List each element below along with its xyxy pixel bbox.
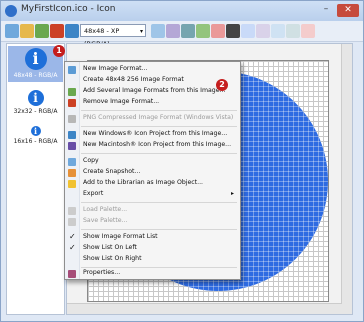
menu-item-label: Load Palette...	[83, 206, 128, 213]
remove-format-icon	[68, 99, 76, 107]
view-mode-icon[interactable]	[256, 24, 270, 38]
window-title: MyFirstIcon.ico - Icon	[21, 4, 116, 14]
refresh-icon[interactable]	[301, 24, 315, 38]
callout-badge-1: 1	[53, 45, 65, 57]
menu-item-show-list-left[interactable]: ✓ Show List On Left	[65, 243, 240, 254]
menu-item-label: New Macintosh® Icon Project from this Im…	[83, 141, 232, 148]
menu-separator	[81, 110, 237, 111]
properties-icon	[68, 270, 76, 278]
menu-item-export[interactable]: Export ▸	[65, 189, 240, 200]
format-dropdown[interactable]: 48x48 - XP (RGB/A) ▾	[80, 24, 146, 48]
view-options-icon[interactable]	[271, 24, 285, 38]
menu-item-label: Copy	[83, 157, 99, 164]
app-icon	[5, 5, 17, 17]
menu-item-save-palette: Save Palette...	[65, 216, 240, 227]
copy-icon	[68, 158, 76, 166]
toolbar: 48x48 - XP (RGB/A) ▾	[1, 21, 363, 48]
view-grid-icon[interactable]	[241, 24, 255, 38]
add-formats-icon	[68, 88, 76, 96]
title-bar: MyFirstIcon.ico - Icon – ✕	[1, 1, 363, 21]
vertical-scrollbar[interactable]	[341, 44, 352, 314]
menu-separator	[81, 229, 237, 230]
mac-project-icon	[68, 142, 76, 150]
format-label: 48x48 - RGB/A	[13, 72, 58, 79]
submenu-arrow-icon: ▸	[230, 190, 234, 197]
add-formats-icon[interactable]	[35, 24, 49, 38]
palette-icon[interactable]	[166, 24, 180, 38]
menu-item-label: Create Snapshot...	[83, 168, 141, 175]
horizontal-scrollbar[interactable]	[67, 303, 342, 314]
menu-item-remove-format[interactable]: Remove Image Format...	[65, 97, 240, 108]
callout-badge-2: 2	[216, 79, 228, 91]
menu-separator	[81, 153, 237, 154]
windows-project-icon	[68, 131, 76, 139]
librarian-icon	[68, 180, 76, 188]
menu-item-new-mac-project[interactable]: New Macintosh® Icon Project from this Im…	[65, 140, 240, 151]
format-label: 16x16 - RGB/A	[13, 138, 58, 145]
grid-icon[interactable]	[151, 24, 165, 38]
menu-item-load-palette: Load Palette...	[65, 205, 240, 216]
menu-item-png-compressed: PNG Compressed Image Format (Windows Vis…	[65, 113, 240, 124]
load-palette-icon	[68, 207, 76, 215]
menu-item-copy[interactable]: Copy	[65, 156, 240, 167]
remove-format-icon[interactable]	[50, 24, 64, 38]
menu-item-create-snapshot[interactable]: Create Snapshot...	[65, 167, 240, 178]
info-icon: i	[30, 126, 41, 136]
menu-item-label: Show List On Right	[83, 255, 142, 262]
menu-item-label: Add to the Librarian as Image Object...	[83, 179, 203, 186]
no-entry-icon[interactable]	[226, 24, 240, 38]
save-palette-icon	[68, 218, 76, 226]
menu-separator	[81, 202, 237, 203]
menu-item-label: Properties...	[83, 269, 121, 276]
close-button[interactable]: ✕	[337, 4, 359, 17]
menu-item-label: PNG Compressed Image Format (Windows Vis…	[83, 114, 234, 121]
select-icon[interactable]	[196, 24, 210, 38]
image-format-list: i 48x48 - RGB/A i 32x32 - RGB/A i 16x16 …	[6, 43, 65, 315]
info-icon: i	[27, 90, 44, 106]
format-item-32[interactable]: i 32x32 - RGB/A	[8, 88, 63, 118]
new-format-icon[interactable]	[5, 24, 19, 38]
chevron-down-icon: ▾	[139, 28, 143, 35]
menu-item-label: Show List On Left	[83, 244, 137, 251]
menu-item-show-list-right[interactable]: Show List On Right	[65, 254, 240, 265]
menu-item-label: New Image Format...	[83, 65, 148, 72]
menu-item-add-to-librarian[interactable]: Add to the Librarian as Image Object...	[65, 178, 240, 189]
menu-separator	[81, 126, 237, 127]
format-label: 32x32 - RGB/A	[13, 108, 58, 115]
minimize-button[interactable]: –	[319, 4, 333, 16]
menu-item-add-several-formats[interactable]: Add Several Image Formats from this Imag…	[65, 86, 240, 97]
png-icon	[68, 115, 76, 123]
menu-item-label: Add Several Image Formats from this Imag…	[83, 87, 226, 94]
menu-item-label: Create 48x48 256 Image Format	[83, 76, 184, 83]
menu-item-new-windows-project[interactable]: New Windows® Icon Project from this Imag…	[65, 129, 240, 140]
context-menu: New Image Format... Create 48x48 256 Ima…	[64, 61, 241, 280]
menu-item-label: Export	[83, 190, 104, 197]
checkmark-icon: ✓	[69, 243, 76, 252]
menu-item-create-256-format[interactable]: Create 48x48 256 Image Format	[65, 75, 240, 86]
image-icon[interactable]	[20, 24, 34, 38]
format-item-16[interactable]: i 16x16 - RGB/A	[8, 124, 63, 150]
menu-item-show-format-list[interactable]: ✓ Show Image Format List	[65, 232, 240, 243]
new-image-icon	[68, 66, 76, 74]
menu-item-new-image-format[interactable]: New Image Format...	[65, 64, 240, 75]
view-settings-icon[interactable]	[286, 24, 300, 38]
windows-project-icon[interactable]	[65, 24, 79, 38]
zoom-icon[interactable]	[181, 24, 195, 38]
info-icon: i	[24, 48, 47, 70]
menu-item-label: Show Image Format List	[83, 233, 158, 240]
transparency-icon[interactable]	[211, 24, 225, 38]
menu-item-label: Remove Image Format...	[83, 98, 160, 105]
checkmark-icon: ✓	[69, 232, 76, 241]
menu-item-properties[interactable]: Properties...	[65, 268, 240, 279]
menu-item-label: Save Palette...	[83, 217, 128, 224]
camera-icon	[68, 169, 76, 177]
menu-item-label: New Windows® Icon Project from this Imag…	[83, 130, 228, 137]
